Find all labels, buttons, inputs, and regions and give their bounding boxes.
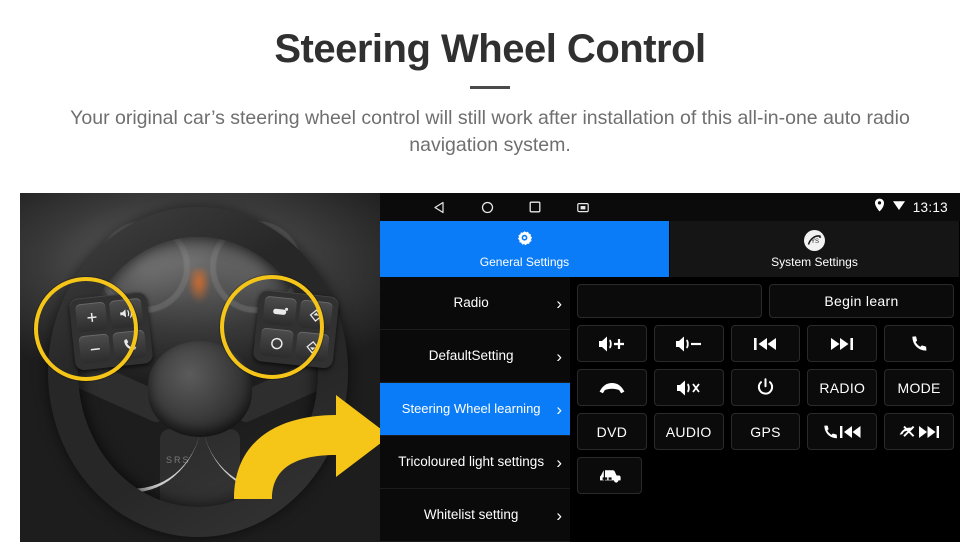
volume-down-icon [674,335,704,353]
chevron-right-icon: › [556,399,562,419]
phone-previous-icon [822,424,862,440]
volume-up-icon [597,335,627,353]
begin-learn-label: Begin learn [824,293,899,309]
steering-wheel-photo: SRS [20,193,380,542]
mode-button[interactable]: MODE [884,369,954,406]
volume-up-button[interactable] [577,325,647,362]
power-button[interactable] [730,369,801,406]
chevron-right-icon: › [556,505,562,525]
begin-learn-button[interactable]: Begin learn [769,284,954,318]
phone-icon [909,334,929,354]
panel-row-vehicle [577,457,954,494]
learn-status-field[interactable] [577,284,762,318]
gear-icon [514,230,535,252]
highlight-circle-right-controls [220,275,324,379]
dvd-label: DVD [596,423,628,440]
menu-item-label: Whitelist setting [423,507,519,523]
menu-item-label: Radio [453,295,489,311]
tab-system-settings-label: System Settings [771,254,858,269]
wifi-icon [892,198,906,216]
screenshot-icon[interactable] [574,198,592,216]
chevron-right-icon: › [556,452,562,472]
android-status-bar: 13:13 [380,193,960,221]
settings-body: Radio › DefaultSetting › Steering Wheel … [380,277,960,542]
tab-general-settings[interactable]: General Settings [380,221,670,277]
volume-down-button[interactable] [653,325,724,362]
status-indicators: 13:13 [874,193,948,221]
menu-item-steering-wheel-learning[interactable]: Steering Wheel learning › [380,383,570,436]
pointing-arrow [224,389,380,509]
hangup-next-button[interactable] [884,413,954,450]
hang-up-button[interactable] [577,369,647,406]
panel-row-volume-track [577,325,954,362]
menu-item-defaultsetting[interactable]: DefaultSetting › [380,330,570,383]
android-nav-keys [430,198,592,216]
svg-text:YS: YS [811,239,819,245]
settings-menu: Radio › DefaultSetting › Steering Wheel … [380,277,570,542]
answer-call-button[interactable] [884,325,954,362]
system-logo-icon: YS [804,230,825,252]
previous-track-icon [752,336,778,352]
call-previous-button[interactable] [807,413,878,450]
page-subtitle: Your original car’s steering wheel contr… [70,107,910,157]
mode-label: MODE [897,379,941,396]
mute-button[interactable] [653,369,724,406]
next-track-icon [829,336,855,352]
panel-row-call-mode: RADIO MODE [577,369,954,406]
gps-button[interactable]: GPS [730,413,801,450]
recents-icon[interactable] [526,198,544,216]
chevron-right-icon: › [556,293,562,313]
hangup-next-icon [898,424,940,440]
menu-item-tricoloured-light-settings[interactable]: Tricoloured light settings › [380,436,570,489]
menu-item-label: DefaultSetting [428,348,514,364]
menu-item-label: Tricoloured light settings [398,454,545,470]
audio-button[interactable]: AUDIO [653,413,724,450]
status-clock: 13:13 [912,199,948,215]
chevron-right-icon: › [556,346,562,366]
previous-track-button[interactable] [730,325,801,362]
phone-hangup-icon [598,380,626,396]
vehicle-info-button[interactable] [577,457,642,494]
product-image-strip: SRS 13:13 General Settings YS System Set… [20,193,960,542]
radio-label: RADIO [819,379,866,396]
steering-wheel-learning-panel: Begin learn RADIO MODE DVD AUDIO GPS [570,277,960,542]
head-unit-screen: 13:13 General Settings YS System Setting… [380,193,960,542]
power-icon [756,378,775,397]
page-title: Steering Wheel Control [274,27,706,71]
back-icon[interactable] [430,198,448,216]
radio-button[interactable]: RADIO [807,369,878,406]
tab-general-settings-label: General Settings [479,254,570,269]
audio-label: AUDIO [665,423,712,440]
highlight-circle-left-controls [34,277,138,381]
menu-item-whitelist-setting[interactable]: Whitelist setting › [380,489,570,542]
header: Steering Wheel Control Your original car… [0,0,980,160]
airbag-label: SRS [166,455,191,465]
tab-system-settings[interactable]: YS System Settings [670,221,960,277]
settings-tabs: General Settings YS System Settings [380,221,960,277]
menu-item-radio[interactable]: Radio › [380,277,570,330]
location-pin-icon [874,198,885,217]
page-root: Steering Wheel Control Your original car… [0,0,980,549]
title-divider [470,86,510,89]
panel-row-learn: Begin learn [577,284,954,318]
dvd-button[interactable]: DVD [577,413,647,450]
mute-icon [675,379,703,397]
panel-row-source: DVD AUDIO GPS [577,413,954,450]
next-track-button[interactable] [807,325,878,362]
menu-item-label: Steering Wheel learning [401,400,541,416]
gps-label: GPS [750,423,781,440]
home-icon[interactable] [478,198,496,216]
car-icon [597,466,623,486]
